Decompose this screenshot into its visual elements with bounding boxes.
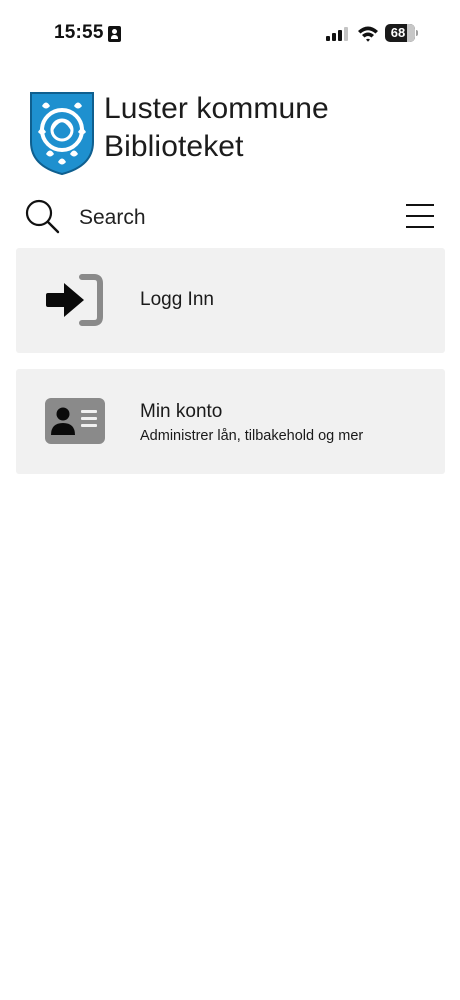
status-bar: 15:55 68 [0, 0, 460, 70]
login-title: Logg Inn [140, 289, 214, 310]
login-arrow-icon [46, 274, 103, 326]
brand-municipality: Luster kommune [104, 92, 329, 125]
my-account-card[interactable]: Min konto Administrer lån, tilbakehold o… [16, 369, 445, 474]
hamburger-menu-icon[interactable] [405, 203, 435, 229]
search-label[interactable]: Search [79, 206, 146, 230]
battery-level: 68 [390, 25, 406, 40]
contact-card-icon [108, 26, 121, 42]
my-account-subtitle: Administrer lån, tilbakehold og mer [140, 428, 364, 444]
search-bar[interactable]: Search [0, 192, 460, 242]
my-account-title: Min konto [140, 401, 223, 422]
battery-indicator: 68 [385, 24, 415, 42]
coat-of-arms-icon [30, 92, 94, 176]
search-icon[interactable] [24, 198, 60, 234]
status-time: 15:55 [54, 22, 104, 43]
login-card[interactable]: Logg Inn [16, 248, 445, 353]
id-card-icon [45, 398, 105, 444]
battery-cap [416, 30, 418, 36]
brand-library: Biblioteket [104, 130, 244, 163]
library-logo[interactable]: Luster kommune Biblioteket [18, 80, 348, 188]
wifi-icon [358, 26, 378, 42]
cellular-signal-icon [326, 27, 348, 41]
